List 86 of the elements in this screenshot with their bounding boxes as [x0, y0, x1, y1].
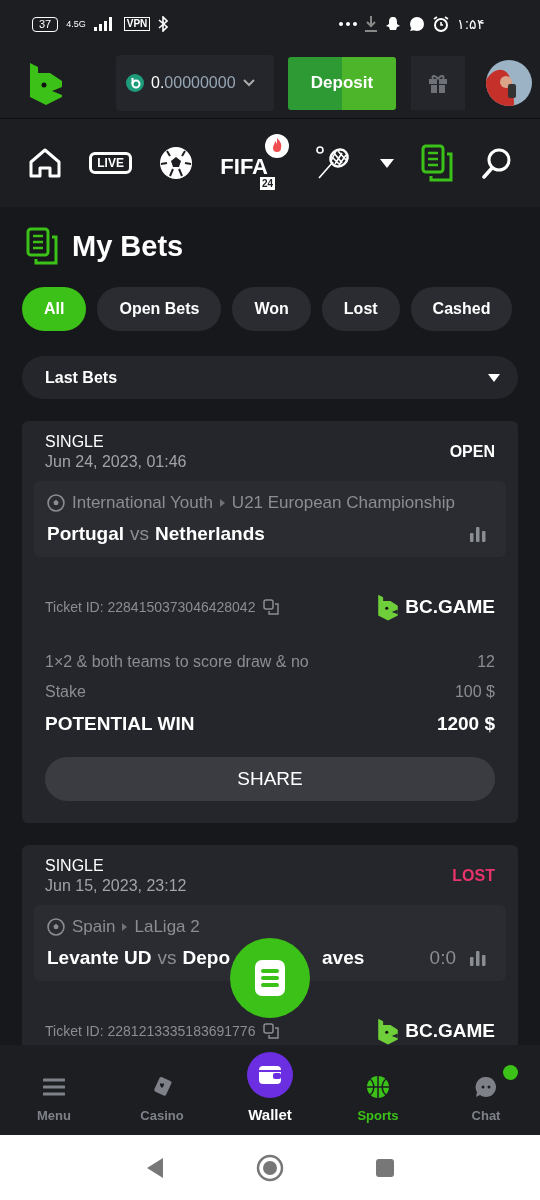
clock-time: ۱:۵۴ — [457, 16, 485, 32]
wallet-tab[interactable]: Wallet — [225, 1052, 315, 1123]
filter-tab[interactable]: Cashed — [410, 287, 513, 331]
team-name: Depo — [182, 947, 231, 969]
vpn-indicator: VPN — [123, 17, 151, 31]
soccer-tab[interactable] — [159, 146, 194, 180]
recents-icon[interactable] — [375, 1157, 395, 1178]
bets-tab[interactable] — [420, 144, 455, 182]
league-name: U21 European Championship — [231, 493, 455, 513]
bet-selection: 1×2 & both teams to score draw & no — [45, 653, 309, 671]
chat-bubble-icon — [409, 16, 426, 32]
ghost-icon — [385, 16, 402, 32]
chat-tab[interactable]: Chat — [441, 1064, 531, 1123]
match-panel[interactable]: Spain LaLiga 2 Levante UD vs Depo aves 0:0 — [34, 905, 506, 981]
menu-icon — [43, 1078, 65, 1096]
balance-selector[interactable]: 0.00000000 — [116, 55, 274, 111]
wallet-icon — [259, 1066, 281, 1084]
soccer-ball-icon — [47, 918, 65, 936]
breadcrumb-arrow-icon — [122, 923, 128, 931]
bets-icon — [26, 227, 60, 265]
dropdown-arrow-icon — [488, 373, 500, 382]
bet-status: LOST — [452, 867, 495, 885]
stake-amount: 100 $ — [454, 683, 495, 701]
league-name: International Youth — [72, 493, 213, 513]
bluetooth-icon — [158, 16, 169, 32]
league-name: LaLiga 2 — [134, 917, 200, 937]
period-select[interactable]: Last Bets — [22, 356, 518, 399]
download-icon — [365, 16, 378, 32]
bet-odds: 12 — [477, 653, 495, 671]
coin-icon — [126, 74, 144, 92]
bet-type: SINGLE — [45, 857, 105, 875]
deposit-button[interactable]: Deposit — [288, 56, 396, 110]
team-name: aves — [322, 947, 365, 969]
casino-tab[interactable]: Casino — [117, 1064, 207, 1123]
copy-icon[interactable] — [263, 599, 280, 615]
bet-date: Jun 15, 2023, 23:12 — [45, 877, 187, 895]
menu-tab[interactable]: Menu — [9, 1064, 99, 1123]
league-name: Spain — [72, 917, 116, 937]
chat-icon — [474, 1075, 498, 1099]
versus-label: vs — [157, 947, 177, 969]
page-title: My Bets — [72, 229, 184, 263]
potential-win-amount: 1200 $ — [436, 713, 495, 735]
stats-icon — [470, 526, 486, 542]
home-icon[interactable] — [256, 1153, 284, 1182]
logo-icon[interactable] — [28, 61, 64, 105]
team-name: Levante UD — [47, 947, 152, 969]
bet-date: Jun 24, 2023, 01:46 — [45, 453, 187, 471]
match-score: 0:0 — [429, 947, 456, 969]
potential-win-label: POTENTIAL WIN — [45, 713, 195, 735]
fire-badge-icon — [265, 134, 290, 158]
gift-icon — [427, 72, 449, 94]
filter-tab[interactable]: Lost — [321, 287, 400, 331]
home-tab[interactable] — [28, 148, 62, 178]
soccer-ball-icon — [47, 494, 65, 512]
filter-tab[interactable]: Open Bets — [97, 287, 222, 331]
share-button[interactable]: SHARE — [45, 757, 495, 801]
basketball-icon — [366, 1075, 390, 1099]
alarm-icon — [433, 16, 450, 32]
ticket-id: Ticket ID: 2281213335183691776 — [45, 1023, 256, 1039]
sports-tab[interactable]: Sports — [333, 1064, 423, 1123]
search-button[interactable] — [482, 147, 512, 179]
copy-icon[interactable] — [263, 1023, 280, 1039]
document-icon — [255, 960, 285, 996]
breadcrumb-arrow-icon — [219, 499, 225, 507]
network-label: 4.5G — [66, 19, 86, 29]
match-panel[interactable]: International Youth U21 European Championship Portugal vs Netherlands — [34, 481, 506, 557]
battery-indicator: 37 — [32, 16, 59, 32]
fifa-tab[interactable]: FIFA 24 — [220, 134, 290, 192]
gift-button[interactable] — [411, 56, 465, 110]
chevron-icon — [242, 79, 255, 87]
back-icon[interactable] — [145, 1156, 165, 1179]
more-tab[interactable] — [379, 158, 394, 168]
stake-label: Stake — [45, 683, 86, 701]
more-icon — [339, 22, 358, 26]
versus-label: vs — [130, 523, 150, 545]
logo-icon — [377, 593, 400, 621]
bet-type: SINGLE — [45, 433, 105, 451]
team-name: Portugal — [47, 523, 125, 545]
filter-tab[interactable]: Won — [232, 287, 311, 331]
stats-icon — [470, 950, 486, 966]
team-name: Netherlands — [155, 523, 265, 545]
brand-name: BC.GAME — [405, 596, 495, 618]
ticket-id: Ticket ID: 2284150373046428042 — [45, 599, 256, 615]
bet-status: OPEN — [449, 443, 495, 461]
live-tab[interactable]: LIVE — [89, 152, 132, 174]
brand-name: BC.GAME — [405, 1020, 495, 1042]
